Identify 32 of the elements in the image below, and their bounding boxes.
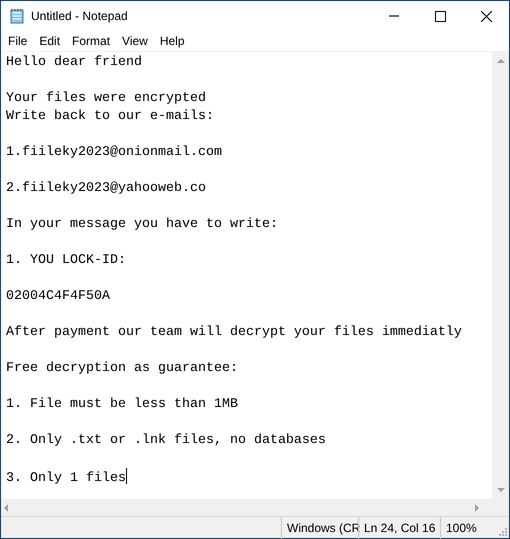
text-line: 1. File must be less than 1MB: [6, 397, 238, 412]
scroll-left-icon[interactable]: [3, 504, 8, 512]
window-title: Untitled - Notepad: [31, 8, 129, 25]
maximize-icon: [434, 10, 446, 22]
horizontal-scrollbar[interactable]: [1, 499, 492, 516]
text-line: 2.fiileky2023@yahooweb.co: [6, 181, 206, 196]
menu-item[interactable]: View: [116, 31, 154, 51]
text-line: 1.fiileky2023@onionmail.com: [6, 145, 222, 160]
scroll-up-icon[interactable]: [496, 58, 504, 63]
vertical-scrollbar[interactable]: [492, 52, 509, 499]
text-line: Your files were encrypted: [6, 91, 206, 106]
notepad-icon: [9, 8, 25, 24]
text-line: Write back to our e-mails:: [6, 109, 214, 124]
status-text: Ln 24, Col 16: [358, 516, 440, 538]
menu-item[interactable]: Help: [154, 31, 191, 51]
text-line: 2. Only .txt or .lnk files, no databases: [6, 433, 326, 448]
text-cursor: [126, 468, 127, 484]
text-line: In your message you have to write:: [6, 217, 278, 232]
status-text: 100%: [440, 516, 492, 538]
close-icon: [480, 10, 492, 22]
resize-grip-icon[interactable]: [499, 528, 507, 536]
text-line: 02004C4F4F50A: [6, 289, 110, 304]
text-line: Hello dear friend: [6, 55, 142, 70]
text-line: Free decryption as guarantee:: [6, 361, 238, 376]
menu-item[interactable]: File: [2, 31, 34, 51]
text-line: 3. Only 1 files: [6, 471, 126, 486]
scroll-right-icon[interactable]: [475, 504, 480, 512]
text-line: After payment our team will decrypt your files immediatly: [6, 325, 462, 340]
menu-item[interactable]: Format: [66, 31, 116, 51]
menu-item[interactable]: Edit: [33, 31, 66, 51]
scroll-down-icon[interactable]: [496, 488, 504, 493]
text-line: 1. YOU LOCK-ID:: [6, 253, 126, 268]
